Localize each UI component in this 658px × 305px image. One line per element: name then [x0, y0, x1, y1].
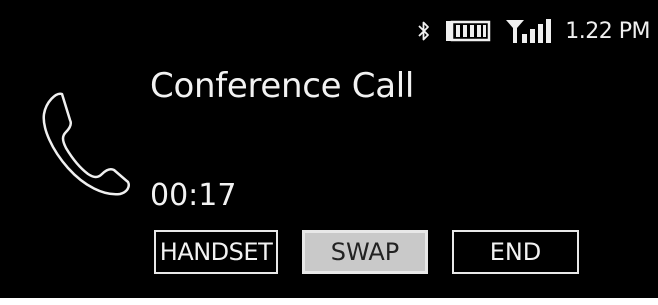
bluetooth-icon: [417, 19, 431, 43]
swap-button[interactable]: SWAP: [302, 230, 428, 274]
call-duration: 00:17: [150, 178, 237, 213]
call-title: Conference Call: [150, 66, 415, 106]
battery-icon: [445, 20, 491, 42]
signal-icon: [505, 18, 552, 44]
handset-button[interactable]: HANDSET: [154, 230, 278, 274]
status-bar: 1.22 PM: [417, 14, 650, 48]
call-screen: 1.22 PM Conference Call 00:17 HANDSET SW…: [0, 0, 658, 298]
end-call-button[interactable]: END: [452, 230, 579, 274]
status-time: 1.22 PM: [565, 18, 650, 44]
phone-handset-icon: [38, 88, 134, 200]
